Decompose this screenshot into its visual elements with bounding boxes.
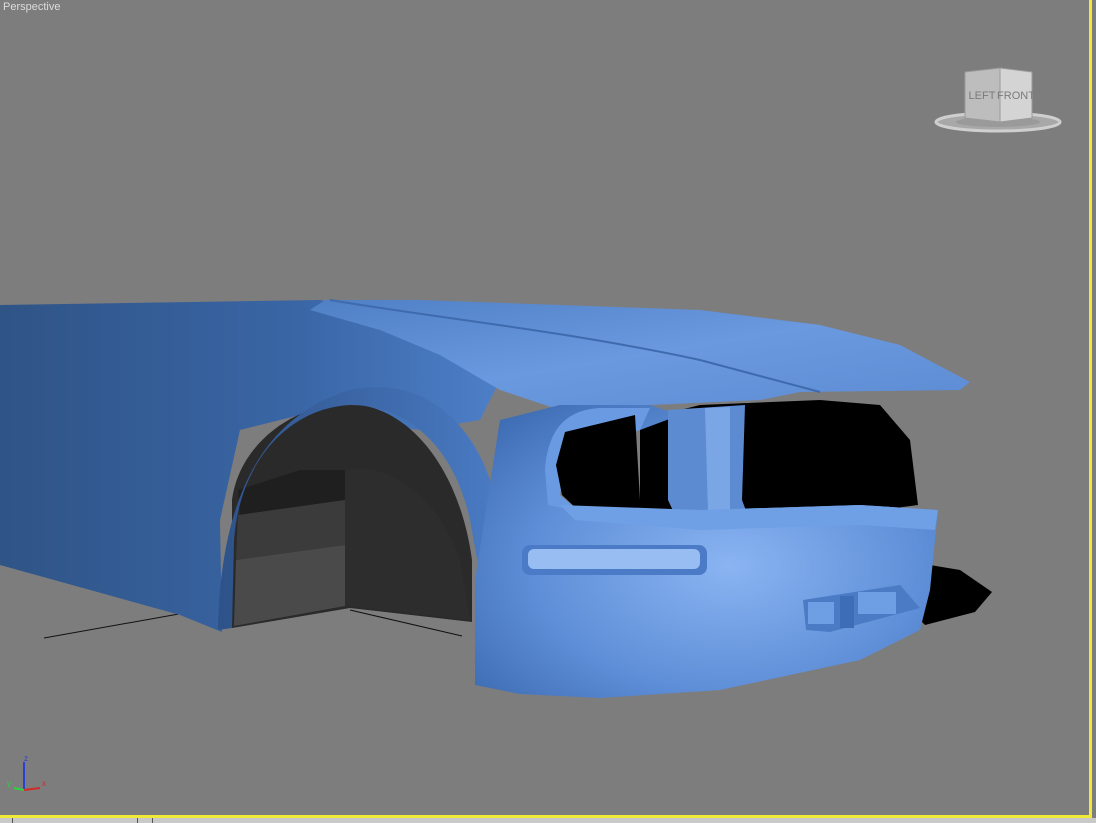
y-axis-label: y	[7, 779, 11, 788]
x-axis-label: x	[42, 779, 46, 788]
lower-intake-slot-right	[858, 592, 896, 614]
x-axis-line	[23, 787, 41, 791]
axis-tripod: z x y	[7, 754, 46, 791]
lower-intake-slot-left	[808, 602, 834, 624]
time-slider-tick	[152, 818, 153, 823]
y-axis-line	[13, 787, 25, 791]
viewcube[interactable]: LEFT FRONT	[930, 62, 1065, 137]
time-slider-tick	[137, 818, 138, 823]
fog-light-lens	[528, 549, 700, 569]
z-axis-label: z	[24, 754, 28, 763]
perspective-viewport[interactable]: Perspective LEFT FRONT z x y	[0, 0, 1096, 823]
time-slider[interactable]	[0, 818, 1096, 823]
center-strut-highlight	[705, 407, 730, 512]
active-viewport-border-right	[1089, 0, 1092, 818]
ground-line-left	[43, 611, 191, 639]
time-slider-tick	[12, 818, 13, 823]
viewcube-left-label[interactable]: LEFT	[969, 90, 996, 102]
viewcube-front-label[interactable]: FRONT	[997, 90, 1035, 102]
lower-intake-divider	[840, 596, 854, 628]
